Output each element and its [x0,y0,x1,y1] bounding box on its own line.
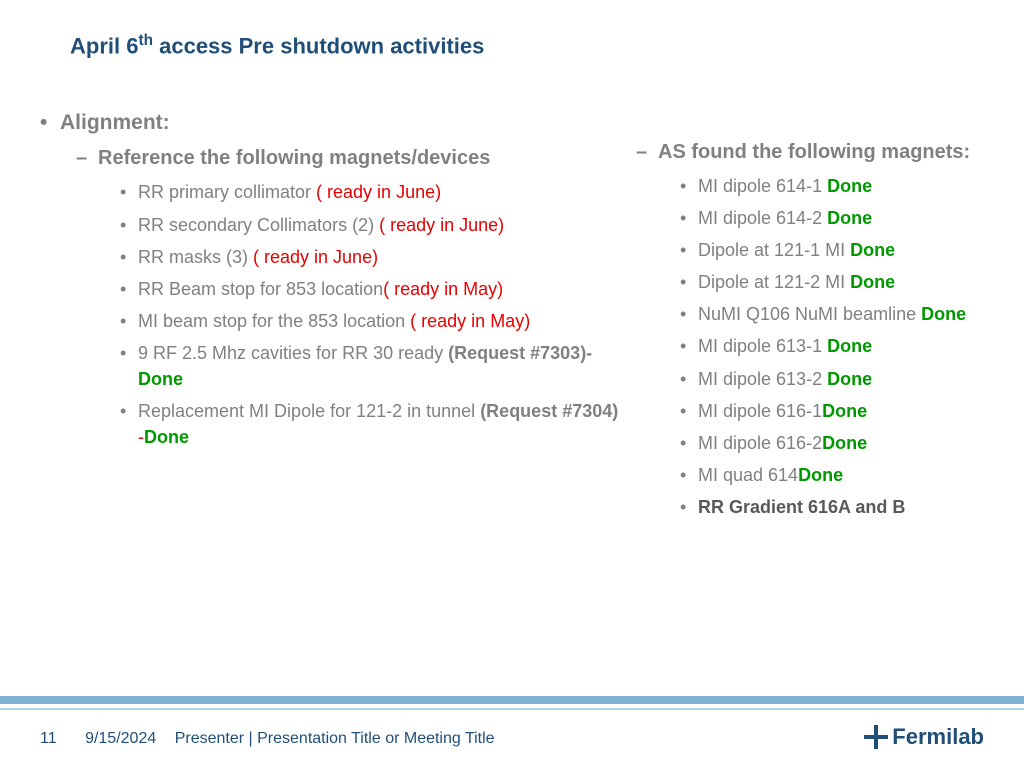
left-item: MI beam stop for the 853 location ( read… [40,308,630,334]
right-item: MI dipole 613-1 Done [630,333,980,359]
left-item: RR secondary Collimators (2) ( ready in … [40,212,630,238]
alignment-heading: Alignment: [40,108,630,138]
right-item: Dipole at 121-2 MI Done [630,269,980,295]
fermilab-logo: Fermilab [864,724,984,750]
logo-text: Fermilab [892,724,984,750]
right-item: Dipole at 121-1 MI Done [630,237,980,263]
footer-text: 11 9/15/2024 Presenter | Presentation Ti… [40,730,495,748]
footer-date: 9/15/2024 [85,730,156,747]
right-item: NuMI Q106 NuMI beamline Done [630,301,980,327]
right-item: MI dipole 614-2 Done [630,205,980,231]
slide-title: April 6th access Pre shutdown activities [70,32,484,59]
footer-presenter: Presenter | Presentation Title or Meetin… [175,730,495,747]
left-item: RR masks (3) ( ready in June) [40,244,630,270]
left-column: Alignment: Reference the following magnet… [40,108,630,526]
reference-heading: Reference the following magnets/devices [40,144,630,173]
footer-bar-thin [0,708,1024,710]
right-item: RR Gradient 616A and B [630,494,980,520]
as-found-heading: AS found the following magnets: [630,138,980,167]
right-item: MI dipole 616-2Done [630,430,980,456]
left-item: 9 RF 2.5 Mhz cavities for RR 30 ready (R… [40,340,630,392]
footer-bar [0,696,1024,704]
right-item: MI dipole 613-2 Done [630,366,980,392]
page-number: 11 [40,730,57,747]
left-item: Replacement MI Dipole for 121-2 in tunne… [40,398,630,450]
content-area: Alignment: Reference the following magnet… [40,108,984,526]
right-column: AS found the following magnets: MI dipole… [630,108,980,526]
right-item: MI dipole 614-1 Done [630,173,980,199]
right-item: MI dipole 616-1Done [630,398,980,424]
left-item: RR Beam stop for 853 location( ready in … [40,276,630,302]
left-item: RR primary collimator ( ready in June) [40,179,630,205]
right-item: MI quad 614Done [630,462,980,488]
fermilab-icon [864,725,888,749]
